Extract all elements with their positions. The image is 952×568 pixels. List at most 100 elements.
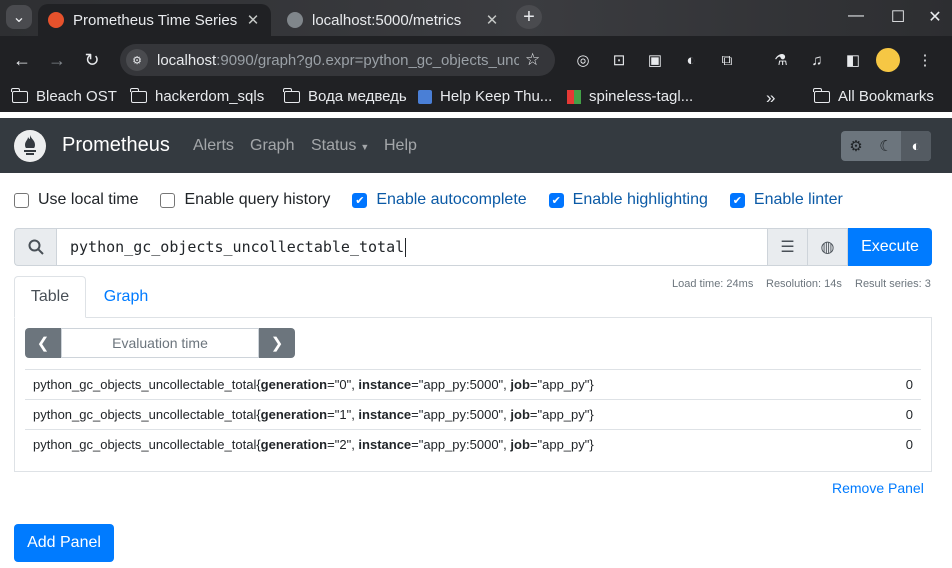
forward-icon[interactable]: →	[45, 48, 69, 72]
more-bookmarks-icon[interactable]: »	[766, 88, 775, 108]
evaluation-time-group: ❮ Evaluation time ❯	[25, 328, 295, 358]
magnifier-icon	[28, 239, 44, 255]
nav-help[interactable]: Help	[384, 137, 417, 155]
prometheus-navbar: Prometheus Alerts Graph Status ▼ Help ⚙ ☾…	[0, 118, 952, 173]
bookmarks-bar: Bleach OST hackerdom_sqls Вода медведь H…	[0, 84, 952, 112]
checkbox[interactable]	[14, 192, 29, 208]
maximize-icon[interactable]: ☐	[888, 7, 908, 27]
eval-next-chevron-right-icon[interactable]: ❯	[259, 328, 295, 358]
menu-kebab-icon[interactable]: ⋮	[914, 49, 936, 71]
auto-theme-contrast-icon[interactable]: ◐	[901, 131, 931, 161]
bookmark-folder[interactable]: hackerdom_sqls	[130, 87, 265, 105]
prometheus-flame-icon	[15, 131, 45, 161]
bookmark-link[interactable]: spineless-tagl...	[567, 88, 693, 105]
checkbox-checked[interactable]: ✔	[729, 192, 745, 208]
format-expression-icon[interactable]: ☰	[768, 228, 808, 266]
execute-button[interactable]: Execute	[848, 228, 932, 266]
checkbox[interactable]	[160, 192, 176, 208]
close-tab-icon[interactable]: ✕	[245, 11, 261, 29]
checkbox-checked[interactable]: ✔	[352, 192, 368, 208]
option-autocomplete[interactable]: ✔ Enable autocomplete	[352, 191, 527, 209]
prometheus-favicon-icon	[48, 12, 64, 28]
bookmark-star-icon[interactable]: ☆	[525, 50, 540, 70]
text-caret	[405, 237, 407, 257]
query-bar: python_gc_objects_uncollectable_total ☰ …	[14, 228, 932, 266]
results-table: python_gc_objects_uncollectable_total{ge…	[25, 369, 921, 459]
bookmark-folder[interactable]: Bleach OST	[11, 87, 117, 105]
all-bookmarks[interactable]: All Bookmarks	[813, 87, 934, 105]
option-linter[interactable]: ✔ Enable linter	[729, 191, 843, 209]
remove-panel-link[interactable]: Remove Panel	[832, 480, 924, 496]
tab-title: localhost:5000/metrics	[312, 11, 462, 29]
back-icon[interactable]: ←	[10, 48, 34, 72]
bookmark-folder[interactable]: Вода медведь	[283, 87, 407, 105]
nav-alerts[interactable]: Alerts	[193, 137, 234, 155]
add-panel-button[interactable]: Add Panel	[14, 524, 114, 562]
bookmark-label: Bleach OST	[36, 88, 117, 105]
resolution: Resolution: 14s	[766, 278, 842, 290]
minimize-icon[interactable]: —	[846, 7, 866, 25]
site-info-icon[interactable]: ⚙	[126, 49, 148, 71]
bookmark-label: hackerdom_sqls	[155, 88, 265, 105]
browser-tab-prometheus[interactable]: Prometheus Time Series ✕	[38, 4, 271, 36]
profile-avatar[interactable]	[876, 48, 900, 72]
translate-icon[interactable]: ⊡	[608, 49, 630, 71]
extension-window-icon[interactable]: ▣	[644, 49, 666, 71]
tab-search-icon[interactable]: ⌄	[6, 5, 32, 29]
extension-circle-icon[interactable]: ◐	[680, 49, 702, 71]
close-window-icon[interactable]: ✕	[925, 7, 945, 27]
evaluation-time-input[interactable]: Evaluation time	[61, 328, 259, 358]
tab-table[interactable]: Table	[14, 276, 86, 318]
reload-icon[interactable]: ↻	[80, 48, 104, 72]
new-tab-icon[interactable]: +	[516, 5, 542, 29]
labs-flask-icon[interactable]: ⚗	[770, 49, 792, 71]
dark-theme-moon-icon[interactable]: ☾	[871, 131, 901, 161]
browser-tab-metrics[interactable]: localhost:5000/metrics ✕	[277, 4, 510, 36]
url-text[interactable]: localhost:9090/graph?g0.expr=python_gc_o…	[157, 52, 519, 69]
option-query-history[interactable]: Enable query history	[160, 191, 330, 209]
prometheus-logo-icon[interactable]	[14, 130, 46, 162]
bookmark-label: Вода медведь	[308, 88, 407, 105]
option-label: Enable query history	[184, 191, 331, 208]
tab-graph[interactable]: Graph	[88, 276, 164, 318]
bookmark-label: spineless-tagl...	[589, 88, 694, 105]
address-bar[interactable]: ⚙ localhost:9090/graph?g0.expr=python_gc…	[120, 44, 555, 76]
side-panel-icon[interactable]: ◧	[842, 49, 864, 71]
nav-status-label: Status	[311, 137, 357, 154]
caret-down-icon: ▼	[360, 142, 370, 152]
option-label: Enable linter	[753, 191, 843, 208]
checkbox-checked[interactable]: ✔	[548, 192, 564, 208]
option-use-local-time[interactable]: Use local time	[14, 191, 138, 209]
media-queue-icon[interactable]: ♫	[806, 49, 828, 71]
query-options: Use local time Enable query history ✔ Ena…	[14, 190, 865, 210]
more-bookmarks-label: »	[766, 88, 776, 107]
table-row: python_gc_objects_uncollectable_total{ge…	[25, 399, 921, 429]
table-row: python_gc_objects_uncollectable_total{ge…	[25, 429, 921, 459]
browser-tab-strip: ⌄ Prometheus Time Series ✕ localhost:500…	[0, 0, 952, 36]
theme-toggle-group: ⚙ ☾ ◐	[841, 131, 931, 161]
expression-text: python_gc_objects_uncollectable_total	[70, 238, 405, 256]
close-tab-icon[interactable]: ✕	[484, 11, 500, 29]
bookmark-favicon-icon	[418, 89, 432, 104]
folder-icon	[11, 87, 28, 103]
url-host: localhost	[157, 51, 217, 69]
extension-owl-icon[interactable]: ◎	[572, 49, 594, 71]
series-label: python_gc_objects_uncollectable_total{ge…	[33, 437, 594, 452]
prometheus-brand[interactable]: Prometheus	[62, 134, 170, 157]
search-icon	[14, 228, 56, 266]
option-highlighting[interactable]: ✔ Enable highlighting	[548, 191, 708, 209]
tab-title: Prometheus Time Series	[73, 11, 238, 29]
url-rest: :9090/graph?g0.expr=python_gc_objects_un…	[216, 51, 519, 69]
metrics-explorer-globe-icon[interactable]: ◍	[808, 228, 848, 266]
nav-status[interactable]: Status ▼	[311, 137, 369, 155]
folder-icon	[130, 87, 147, 103]
nav-graph[interactable]: Graph	[250, 137, 294, 155]
bookmark-link[interactable]: Help Keep Thu...	[418, 88, 552, 105]
browser-toolbar: ← → ↻ ⚙ localhost:9090/graph?g0.expr=pyt…	[0, 36, 952, 84]
expression-input[interactable]: python_gc_objects_uncollectable_total	[56, 228, 768, 266]
extensions-puzzle-icon[interactable]: ⧉	[716, 49, 738, 71]
option-label: Enable autocomplete	[376, 191, 527, 208]
light-theme-gear-icon[interactable]: ⚙	[841, 131, 871, 161]
series-label: python_gc_objects_uncollectable_total{ge…	[33, 407, 594, 422]
eval-prev-chevron-left-icon[interactable]: ❮	[25, 328, 61, 358]
